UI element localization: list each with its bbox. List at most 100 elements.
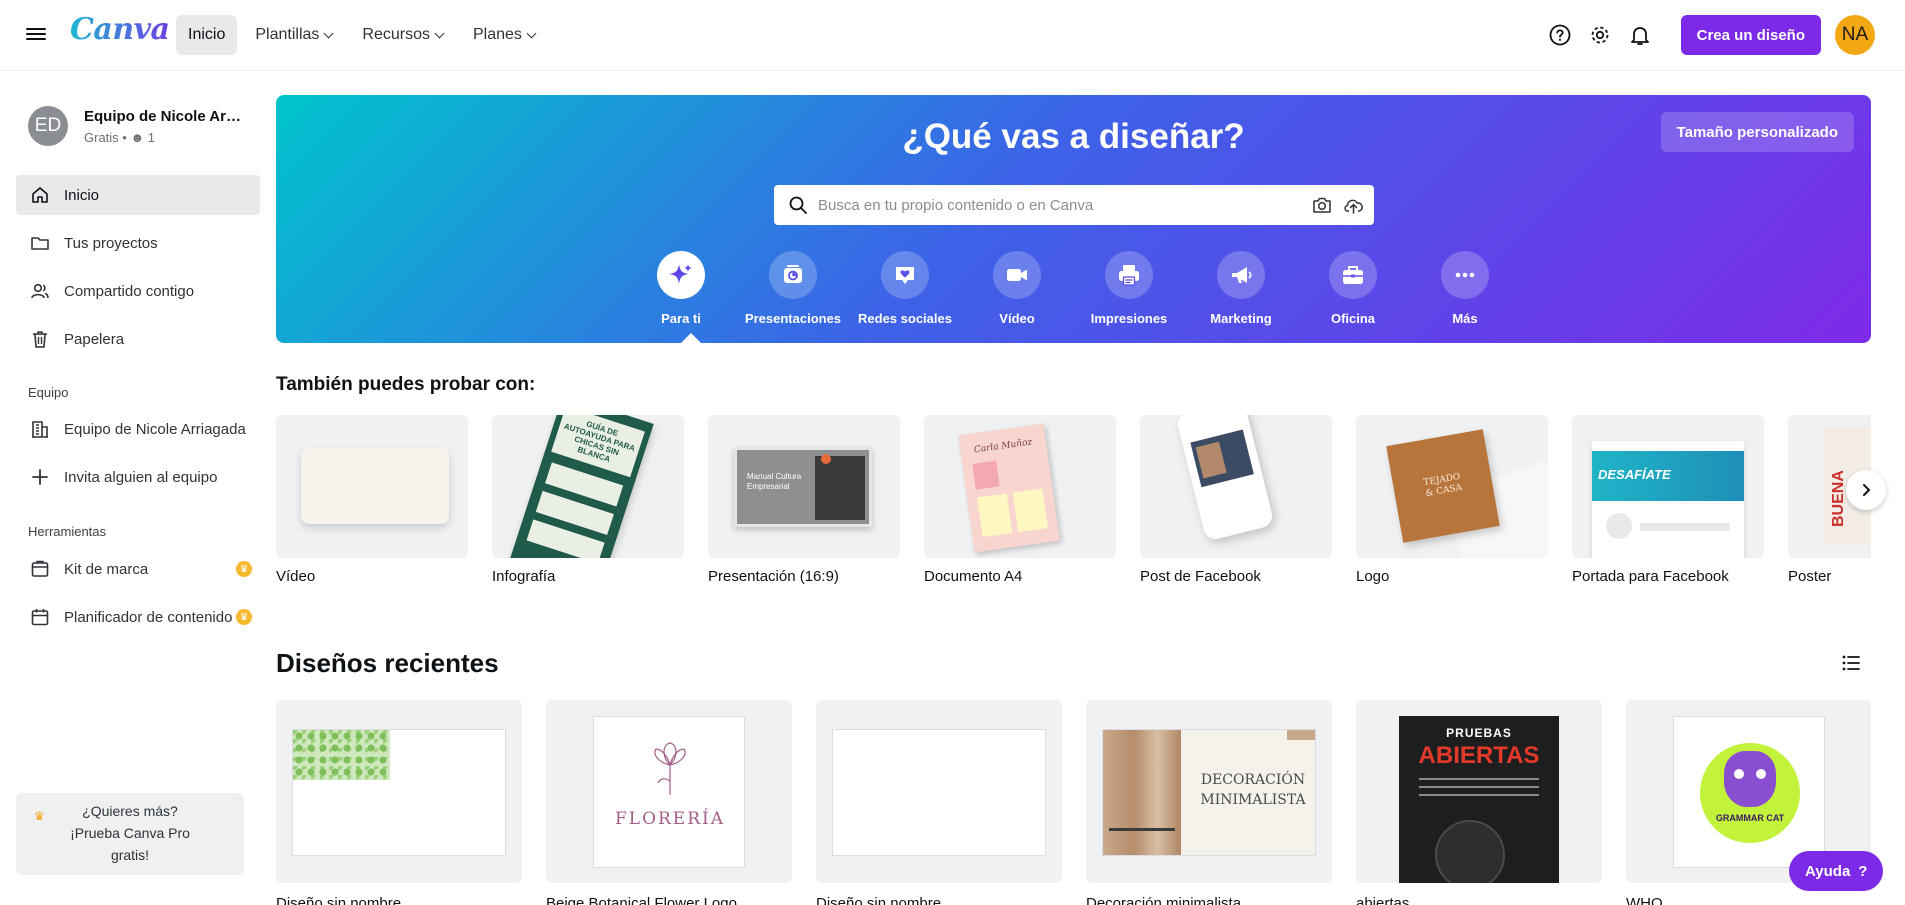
nav-label: Plantillas	[255, 26, 320, 43]
design-type-portada-facebook[interactable]: DESAFÍATE Portada para Facebook	[1572, 415, 1764, 585]
sidebar-item-invite[interactable]: Invita alguien al equipo	[16, 457, 260, 497]
nav-label: Inicio	[188, 26, 226, 43]
recent-design-card[interactable]: Diseño sin nombre	[816, 700, 1062, 905]
sidebar-item-trash[interactable]: Papelera	[16, 319, 260, 359]
brand-kit-icon	[30, 559, 50, 579]
card-label: Diseño sin nombre	[816, 895, 942, 905]
list-view-icon[interactable]	[1840, 652, 1864, 676]
sidebar-item-brand-kit[interactable]: Kit de marca ♛	[16, 549, 260, 589]
promo-line: ¿Quieres más?	[82, 803, 178, 819]
category-video[interactable]: Vídeo	[962, 251, 1072, 326]
recent-designs-title: Diseños recientes	[276, 648, 499, 678]
design-type-infografia[interactable]: GUÍA DE AUTOAYUDA PARA CHICAS SIN BLANCA…	[492, 415, 684, 585]
category-oficina[interactable]: Oficina	[1298, 251, 1408, 326]
thumbnail: DESAFÍATE	[1572, 415, 1764, 558]
upload-cloud-icon[interactable]	[1342, 193, 1366, 217]
sidebar-item-projects[interactable]: Tus proyectos	[16, 223, 260, 263]
design-type-presentacion[interactable]: Manual Cultura Empresarial Presentación …	[708, 415, 900, 585]
category-redes-sociales[interactable]: Redes sociales	[850, 251, 960, 326]
chevron-right-icon	[1863, 484, 1870, 496]
category-mas[interactable]: Más	[1410, 251, 1520, 326]
promo-line: ¡Prueba Canva Pro	[70, 825, 190, 841]
search-input[interactable]	[818, 196, 1310, 214]
bell-icon[interactable]	[1627, 22, 1653, 48]
custom-size-button[interactable]: Tamaño personalizado	[1660, 112, 1854, 152]
active-category-indicator	[681, 333, 701, 343]
camera-search-icon[interactable]	[1310, 193, 1334, 217]
menu-icon[interactable]	[26, 25, 46, 45]
card-label: Decoración minimalista	[1086, 895, 1242, 905]
chevron-down-icon	[323, 28, 334, 38]
nav-recursos[interactable]: Recursos	[350, 15, 455, 55]
help-button[interactable]: Ayuda ?	[1789, 851, 1884, 891]
thumb-text: MINIMALISTA	[1200, 792, 1306, 808]
sidebar-item-inicio[interactable]: Inicio	[16, 175, 260, 215]
sidebar-item-label: Tus proyectos	[64, 234, 158, 252]
sidebar-item-label: Invita alguien al equipo	[64, 468, 218, 486]
people-icon	[30, 281, 50, 301]
team-plan: Gratis	[84, 129, 119, 145]
design-type-video[interactable]: Vídeo	[276, 415, 468, 585]
category-presentaciones[interactable]: Presentaciones	[738, 251, 848, 326]
create-design-button[interactable]: Crea un diseño	[1680, 15, 1821, 55]
team-members-count: 1	[147, 129, 155, 145]
plus-icon	[30, 467, 50, 487]
flower-logo-icon	[654, 742, 686, 795]
category-label: Oficina	[1330, 311, 1376, 326]
sidebar-item-planner[interactable]: Planificador de contenido ♛	[16, 597, 260, 637]
tile-label: Post de Facebook	[1140, 568, 1261, 585]
tile-label: Logo	[1356, 568, 1390, 585]
category-para-ti[interactable]: Para ti	[626, 251, 736, 326]
try-section-title: También puedes probar con:	[276, 374, 536, 395]
megaphone-icon	[1217, 251, 1265, 299]
crown-icon: ♛	[34, 809, 45, 823]
recent-design-card[interactable]: PRUEBAS ABIERTAS abiertas	[1356, 700, 1602, 905]
thumb-text: DESAFÍATE	[1598, 467, 1671, 482]
carousel-next-button[interactable]	[1846, 470, 1886, 510]
tile-label: Portada para Facebook	[1572, 568, 1729, 585]
team-switcher[interactable]: ED Equipo de Nicole Arri... Gratis • ☻ 1	[28, 106, 244, 146]
building-icon	[30, 419, 50, 439]
briefcase-icon	[1329, 251, 1377, 299]
design-type-logo[interactable]: TEJADO & CASA Logo	[1356, 415, 1548, 585]
tile-label: Vídeo	[276, 568, 316, 585]
chevron-down-icon	[434, 28, 445, 38]
sidebar: ED Equipo de Nicole Arri... Gratis • ☻ 1…	[0, 71, 260, 905]
person-icon: ☻	[130, 129, 145, 145]
settings-gear-icon[interactable]	[1587, 22, 1613, 48]
canva-logo[interactable]: Canva	[70, 12, 170, 47]
sidebar-item-team[interactable]: Equipo de Nicole Arriagada	[16, 409, 260, 449]
help-icon[interactable]	[1547, 22, 1573, 48]
calendar-icon	[30, 607, 50, 627]
sidebar-item-label: Kit de marca	[64, 560, 149, 578]
sidebar-item-label: Planificador de contenido	[64, 608, 233, 626]
sidebar-item-label: Equipo de Nicole Arriagada	[64, 420, 246, 438]
printer-icon	[1105, 251, 1153, 299]
more-dots-icon	[1441, 251, 1489, 299]
hero-title: ¿Qué vas a diseñar?	[902, 117, 1245, 156]
design-type-documento[interactable]: Carla Muñoz Documento A4	[924, 415, 1116, 585]
help-label: Ayuda	[1805, 862, 1851, 880]
card-label: WHO	[1626, 895, 1663, 905]
nav-planes[interactable]: Planes	[461, 15, 547, 55]
thumb-text: Carla Muñoz	[973, 437, 1033, 456]
category-impresiones[interactable]: Impresiones	[1074, 251, 1184, 326]
user-avatar[interactable]: NA	[1835, 15, 1875, 55]
recent-design-card[interactable]: FLORERÍA Beige Botanical Flower Logo	[546, 700, 792, 905]
thumbnail: Manual Cultura Empresarial	[708, 415, 900, 558]
thumb-text: DECORACIÓN	[1200, 772, 1306, 788]
search-icon	[789, 196, 807, 214]
thumbnail: FLORERÍA	[546, 700, 792, 883]
category-label: Más	[1452, 311, 1478, 326]
try-pro-banner[interactable]: ♛ ¿Quieres más? ¡Prueba Canva Pro gratis…	[16, 793, 244, 875]
nav-label: Recursos	[362, 26, 430, 43]
category-marketing[interactable]: Marketing	[1186, 251, 1296, 326]
sidebar-item-shared[interactable]: Compartido contigo	[16, 271, 260, 311]
nav-plantillas[interactable]: Plantillas	[243, 15, 344, 55]
nav-inicio[interactable]: Inicio	[176, 15, 238, 55]
tile-label: Presentación (16:9)	[708, 568, 839, 585]
recent-design-card[interactable]: DECORACIÓN MINIMALISTA Decoración minima…	[1086, 700, 1332, 905]
design-type-post-facebook[interactable]: Post de Facebook	[1140, 415, 1332, 585]
sidebar-item-label: Compartido contigo	[64, 282, 195, 300]
recent-design-card[interactable]: Diseño sin nombre	[276, 700, 522, 905]
